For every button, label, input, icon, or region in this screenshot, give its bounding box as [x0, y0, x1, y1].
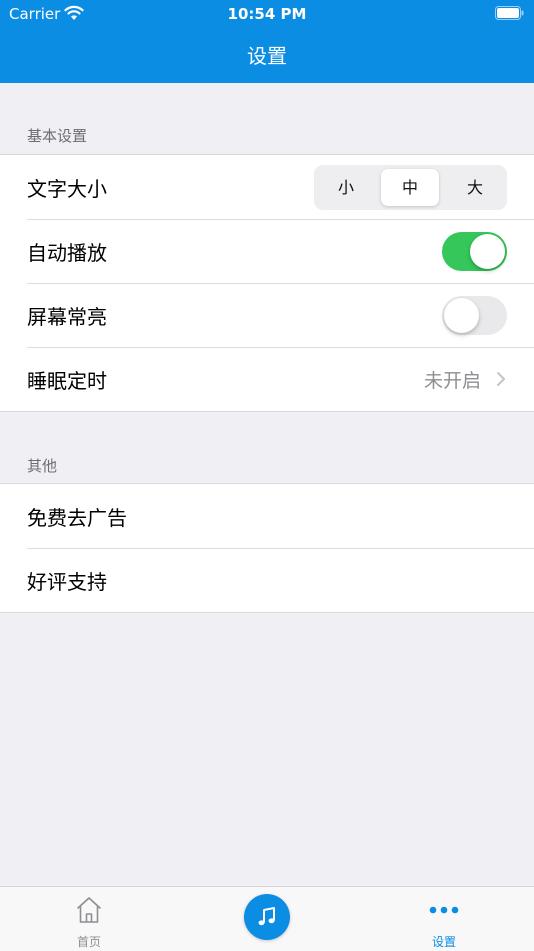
- rate-app-label: 好评支持: [27, 570, 107, 594]
- music-note-icon: [258, 907, 275, 926]
- autoplay-toggle[interactable]: [442, 232, 507, 271]
- basic-settings-group: 文字大小 小 中 大 自动播放 屏幕常亮 睡眠定时 未开启: [0, 154, 534, 412]
- text-size-segmented-control: 小 中 大: [314, 165, 507, 210]
- screen-on-toggle-knob: [444, 298, 479, 333]
- remove-ads-row[interactable]: 免费去广告: [0, 484, 534, 548]
- battery-icon: [495, 6, 524, 20]
- sleep-timer-value: 未开启: [423, 370, 481, 392]
- section-header-basic: 基本设置: [27, 127, 88, 145]
- autoplay-toggle-knob: [470, 234, 505, 269]
- sleep-timer-label: 睡眠定时: [27, 369, 107, 393]
- tab-home[interactable]: 首页: [39, 887, 139, 951]
- page-title: 设置: [247, 44, 287, 68]
- home-icon: [77, 897, 101, 923]
- status-time: 10:54 PM: [227, 5, 307, 23]
- remove-ads-label: 免费去广告: [27, 506, 127, 530]
- tab-settings-label: 设置: [431, 935, 456, 949]
- text-size-medium-option[interactable]: 中: [381, 169, 439, 206]
- text-size-large-option[interactable]: 大: [446, 169, 504, 206]
- sleep-timer-row[interactable]: 睡眠定时 未开启: [0, 347, 534, 411]
- text-size-small-option[interactable]: 小: [317, 169, 375, 206]
- section-header-other: 其他: [27, 457, 58, 475]
- text-size-row: 文字大小 小 中 大: [0, 155, 534, 219]
- music-player-button[interactable]: [244, 894, 290, 940]
- other-settings-group: 免费去广告 好评支持: [0, 483, 534, 613]
- screen-on-row: 屏幕常亮: [0, 283, 534, 347]
- tab-settings[interactable]: 设置: [394, 887, 494, 951]
- more-dots-icon: [429, 906, 459, 914]
- chevron-right-icon: [497, 372, 505, 386]
- screen-on-toggle[interactable]: [442, 296, 507, 335]
- text-size-label: 文字大小: [27, 177, 107, 201]
- rate-app-row[interactable]: 好评支持: [0, 548, 534, 612]
- screen-on-label: 屏幕常亮: [27, 305, 107, 329]
- navigation-header: Carrier 10:54 PM 设置: [0, 0, 534, 83]
- tab-home-label: 首页: [76, 935, 101, 949]
- status-bar: Carrier 10:54 PM: [0, 0, 534, 28]
- autoplay-label: 自动播放: [27, 241, 107, 265]
- autoplay-row: 自动播放: [0, 219, 534, 283]
